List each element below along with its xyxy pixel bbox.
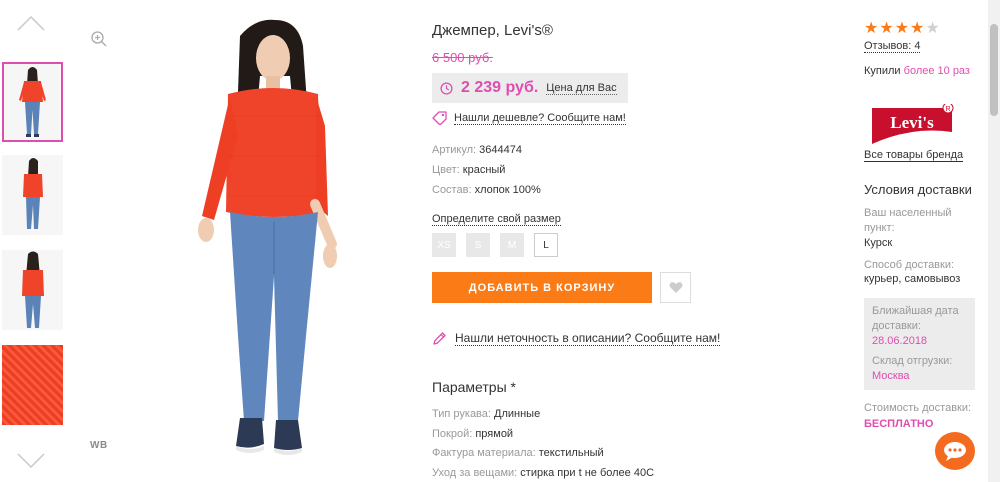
size-selector: XS S M L (432, 233, 558, 257)
thumbnail-model-front-image (4, 64, 61, 140)
add-to-favorites-button[interactable] (660, 272, 691, 303)
locality-value[interactable]: Курск (864, 237, 892, 249)
brand-logo[interactable]: Levi's R (870, 102, 954, 144)
size-option-xs[interactable]: XS (432, 233, 456, 257)
param-key: Тип рукава: (432, 408, 491, 420)
report-inaccuracy-link[interactable]: Нашли неточность в описании? Сообщите на… (432, 331, 721, 346)
param-value: прямой (475, 428, 514, 440)
thumbnail-model-back-image (2, 250, 63, 330)
param-fit: Покрой: прямой (432, 428, 513, 440)
delivery-cost-value: БЕСПЛАТНО (864, 418, 934, 430)
pencil-icon (433, 332, 446, 345)
price-for-you-link[interactable]: Цена для Вас (546, 82, 617, 95)
size-option-s[interactable]: S (466, 233, 490, 257)
thumbnail-3[interactable] (2, 250, 63, 330)
warehouse-label: Склад отгрузки: (872, 355, 953, 367)
locality-label: Ваш населенный пункт: (864, 207, 952, 234)
size-guide-link[interactable]: Определите свой размер (432, 213, 561, 226)
param-value: Длинные (494, 408, 541, 420)
delivery-method-label: Способ доставки: (864, 259, 955, 271)
heart-icon (669, 282, 682, 293)
rating-stars[interactable]: ★ ★ ★ ★ ★ (864, 21, 940, 37)
gallery-up-arrow[interactable] (14, 12, 48, 34)
found-cheaper-link[interactable]: Нашли дешевле? Сообщите нам! (432, 111, 626, 125)
size-option-m[interactable]: M (500, 233, 524, 257)
page-scrollbar[interactable] (988, 0, 1000, 482)
delivery-date-box: Ближайшая дата доставки: 28.06.2018 Скла… (864, 298, 975, 390)
thumbnail-4[interactable] (2, 345, 63, 425)
price-tag-icon (432, 111, 447, 125)
scrollbar-thumb[interactable] (990, 24, 998, 116)
thumbnail-2[interactable] (2, 155, 63, 235)
all-brand-products-link[interactable]: Все товары бренда (864, 149, 964, 162)
zoom-icon[interactable] (90, 30, 108, 48)
reviews-link[interactable]: Отзывов: 4 (864, 40, 921, 53)
current-price: 2 239 руб. (461, 79, 539, 96)
param-texture: Фактура материала: текстильный (432, 447, 604, 459)
star-filled-icon[interactable]: ★ (895, 21, 909, 37)
bought-prefix: Купили (864, 65, 904, 77)
attribute-key: Состав: (432, 184, 472, 196)
attribute-value: хлопок 100% (474, 184, 541, 196)
report-inaccuracy-label: Нашли неточность в описании? Сообщите на… (455, 331, 721, 346)
star-filled-icon[interactable]: ★ (910, 21, 924, 37)
star-filled-icon[interactable]: ★ (864, 21, 878, 37)
chat-bubble-icon (944, 442, 966, 461)
attribute-key: Артикул: (432, 144, 477, 156)
chat-widget-button[interactable] (935, 432, 975, 470)
chevron-up-icon (17, 15, 45, 31)
bought-highlight: более 10 раз (903, 65, 970, 77)
main-product-image[interactable] (150, 16, 400, 468)
nearest-date-label: Ближайшая дата доставки: (872, 305, 959, 332)
size-option-l[interactable]: L (534, 233, 558, 257)
star-filled-icon[interactable]: ★ (879, 21, 893, 37)
star-empty-icon[interactable]: ★ (925, 21, 939, 37)
add-to-cart-button[interactable]: ДОБАВИТЬ В КОРЗИНУ (432, 272, 652, 303)
chevron-down-icon (17, 453, 45, 469)
param-key: Фактура материала: (432, 447, 536, 459)
attribute-key: Цвет: (432, 164, 460, 176)
thumbnail-1[interactable] (2, 62, 63, 142)
gallery-down-arrow[interactable] (14, 450, 48, 472)
warehouse-value: Москва (872, 370, 910, 382)
attribute-composition: Состав: хлопок 100% (432, 184, 541, 196)
param-value: стирка при t не более 40С (520, 467, 655, 479)
param-sleeve: Тип рукава: Длинные (432, 408, 540, 420)
thumbnail-gallery (0, 0, 66, 482)
attribute-color: Цвет: красный (432, 164, 505, 176)
parameters-heading: Параметры * (432, 379, 516, 395)
watermark-label: WB (90, 440, 108, 451)
brand-logo-text: Levi's (890, 113, 934, 132)
price-box: 2 239 руб. Цена для Вас (432, 73, 628, 103)
svg-text:R: R (945, 106, 950, 113)
thumbnail-model-side-image (2, 155, 63, 235)
param-value: текстильный (538, 447, 604, 459)
delivery-method-value: курьер, самовывоз (864, 273, 961, 285)
clock-icon (440, 81, 453, 95)
param-care: Уход за вещами: стирка при t не более 40… (432, 467, 654, 479)
product-title: Джемпер, Levi's® (432, 22, 553, 39)
old-price: 6 500 руб. (432, 50, 493, 65)
thumbnail-fabric-image (2, 345, 63, 425)
nearest-date-value: 28.06.2018 (872, 335, 928, 347)
delivery-cost-label: Стоимость доставки: (864, 402, 972, 414)
attribute-value: красный (462, 164, 506, 176)
attribute-value: 3644474 (479, 144, 522, 156)
purchase-count: Купили более 10 раз (864, 65, 970, 77)
param-key: Уход за вещами: (432, 467, 518, 479)
found-cheaper-label: Нашли дешевле? Сообщите нам! (454, 111, 626, 125)
delivery-title: Условия доставки (864, 182, 972, 197)
param-key: Покрой: (432, 428, 473, 440)
attribute-article: Артикул: 3644474 (432, 144, 522, 156)
